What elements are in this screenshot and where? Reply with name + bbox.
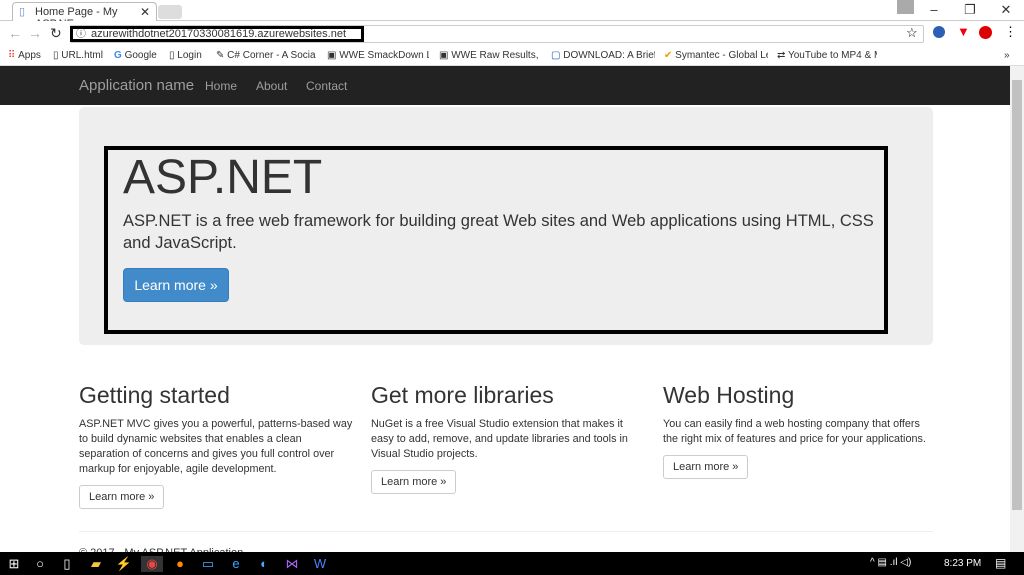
word-icon[interactable]: W [309, 556, 331, 571]
browser-icon[interactable]: ◐ [253, 556, 275, 571]
reload-icon[interactable]: ↻ [50, 25, 62, 42]
learn-more-button[interactable]: Learn more » [371, 470, 457, 494]
column-text: You can easily find a web hosting compan… [663, 418, 926, 445]
forward-icon[interactable]: → [28, 25, 42, 41]
system-tray-icons[interactable]: ^ ▤ .ıl ◁) [870, 557, 911, 568]
visual-studio-icon[interactable]: ⋈ [281, 556, 303, 572]
bookmark-login[interactable]: ▯ Login [169, 50, 202, 61]
scrollbar-thumb[interactable] [1012, 80, 1022, 510]
jumbotron-lead: ASP.NET is a free web framework for buil… [123, 212, 874, 252]
bookmark-apps[interactable]: ⠿ Apps [8, 50, 41, 61]
new-tab-button[interactable] [158, 5, 182, 19]
bookmark-csharp-corner[interactable]: ✎ C# Corner - A Social C [216, 50, 316, 61]
bookmark-youtube-mp4[interactable]: ⇄ YouTube to MP4 & M [777, 50, 877, 61]
column-getting-started: Getting started ASP.NET MVC gives you a … [79, 382, 354, 509]
bookmark-google[interactable]: G Google [114, 50, 157, 61]
url-text: azurewithdotnet20170330081619.azurewebsi… [91, 28, 347, 40]
more-bookmarks-icon[interactable]: » [1004, 50, 1010, 61]
nav-about[interactable]: About [256, 79, 287, 93]
bookmarks-bar: ⠿ Apps ▯ URL.html G Google ▯ Login ✎ C# … [0, 45, 1024, 66]
star-icon[interactable]: ☆ [906, 25, 918, 41]
bookmark-url[interactable]: ▯ URL.html [53, 50, 103, 61]
bookmark-download[interactable]: ▢ DOWNLOAD: A Brief C [551, 50, 655, 61]
column-heading: Web Hosting [663, 382, 795, 408]
close-window-button[interactable]: ✕ [996, 2, 1016, 18]
learn-more-button[interactable]: Learn more » [663, 455, 749, 479]
remote-desktop-icon[interactable]: ▭ [197, 556, 219, 572]
menu-icon[interactable]: ⋮ [1004, 24, 1017, 40]
info-icon: ⓘ [76, 29, 86, 40]
jumbotron-title: ASP.NET [123, 151, 323, 204]
chrome-icon[interactable]: ◉ [141, 556, 163, 572]
column-heading: Getting started [79, 382, 230, 408]
adblock-icon[interactable] [979, 26, 992, 39]
learn-more-button[interactable]: Learn more » [79, 485, 165, 509]
page-icon: ▯ [19, 6, 26, 18]
close-tab-icon[interactable]: ✕ [140, 5, 150, 19]
task-view-icon[interactable]: ▯ [56, 556, 78, 572]
brand-link[interactable]: Application name [79, 77, 194, 94]
file-explorer-icon[interactable]: ▰ [85, 556, 107, 572]
bookmark-symantec[interactable]: ✔ Symantec - Global Lea [664, 50, 768, 61]
notifications-icon[interactable]: ▤ [995, 556, 1006, 570]
clock[interactable]: 8:23 PM [944, 558, 981, 569]
url-field[interactable]: ⓘ azurewithdotnet20170330081619.azurewebs… [70, 26, 364, 42]
browser-tab[interactable]: ▯Home Page - My ASP.NE✕ [12, 2, 157, 30]
bookmark-wwe-raw[interactable]: ▣ WWE Raw Results, Ne [439, 50, 541, 61]
taskbar: ⊞ ○ ▯ ▰ ⚡ ◉ ● ▭ e ◐ ⋈ W ^ ▤ .ıl ◁) 8:23 … [0, 552, 1024, 575]
edge-icon[interactable]: e [225, 556, 247, 571]
site-navbar: Application name Home About Contact [0, 66, 1010, 105]
column-heading: Get more libraries [371, 382, 554, 408]
app-icon[interactable]: ⚡ [113, 556, 135, 572]
divider [79, 531, 933, 532]
firefox-icon[interactable]: ● [169, 556, 191, 571]
column-text: ASP.NET MVC gives you a powerful, patter… [79, 418, 353, 475]
shield-icon[interactable]: ▼ [957, 24, 970, 39]
extension-icon[interactable] [933, 26, 945, 38]
profile-icon[interactable] [897, 0, 914, 14]
bookmark-wwe-smackdown[interactable]: ▣ WWE SmackDown LIV [327, 50, 429, 61]
nav-home[interactable]: Home [205, 79, 237, 93]
nav-contact[interactable]: Contact [306, 79, 347, 93]
cortana-icon[interactable]: ○ [29, 556, 51, 571]
column-libraries: Get more libraries NuGet is a free Visua… [371, 382, 633, 494]
tab-strip: ▯Home Page - My ASP.NE✕ – ❐ ✕ [0, 0, 1024, 30]
minimize-button[interactable]: – [924, 2, 944, 17]
column-hosting: Web Hosting You can easily find a web ho… [663, 382, 933, 479]
column-text: NuGet is a free Visual Studio extension … [371, 418, 628, 460]
back-icon[interactable]: ← [8, 25, 22, 41]
restore-button[interactable]: ❐ [960, 2, 980, 18]
learn-more-button[interactable]: Learn more » [123, 268, 229, 302]
windows-start-icon[interactable]: ⊞ [3, 556, 25, 572]
